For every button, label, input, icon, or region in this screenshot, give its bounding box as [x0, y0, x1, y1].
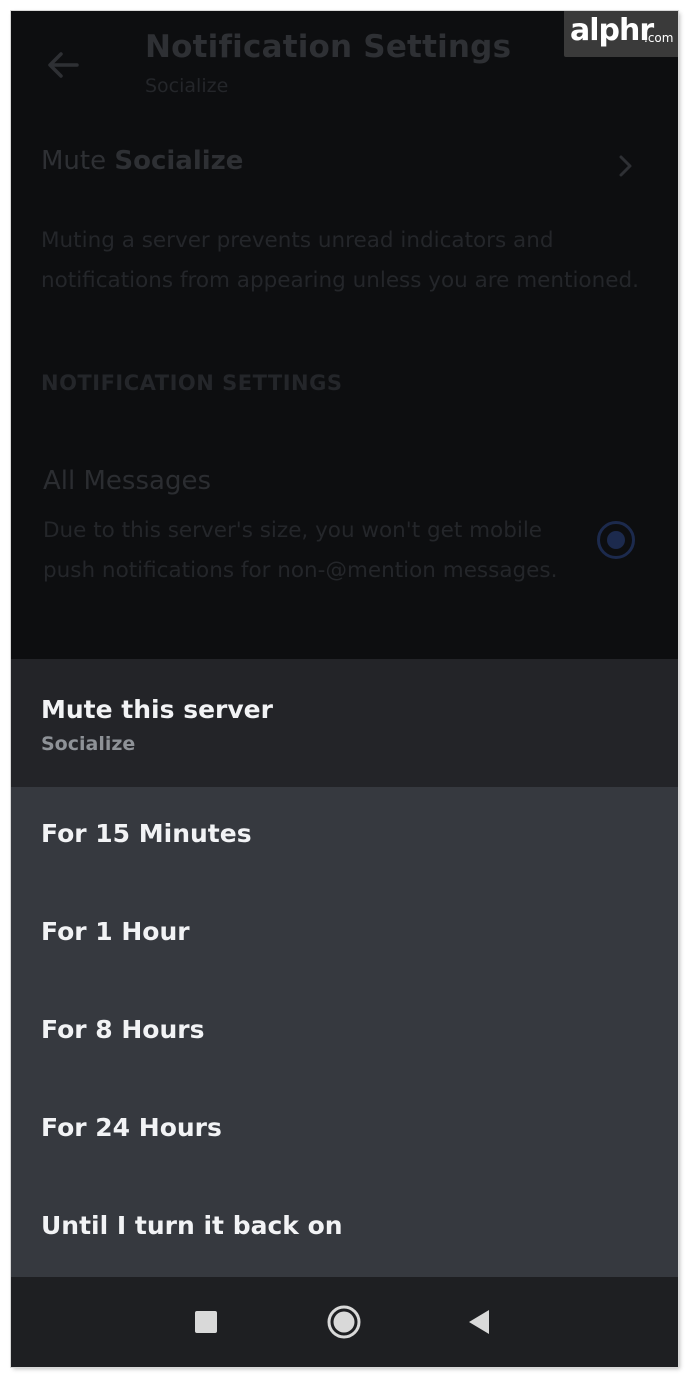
page-title: Notification Settings	[145, 29, 512, 65]
mute-description: Muting a server prevents unread indicato…	[41, 228, 639, 293]
option-1-hour[interactable]: For 1 Hour	[11, 885, 678, 983]
option-label: For 1 Hour	[41, 917, 190, 946]
option-label: Until I turn it back on	[41, 1211, 343, 1240]
option-label: For 8 Hours	[41, 1015, 205, 1044]
mute-duration-options: For 15 Minutes For 1 Hour For 8 Hours Fo…	[11, 787, 678, 1277]
option-15-minutes[interactable]: For 15 Minutes	[11, 787, 678, 885]
option-label: For 24 Hours	[41, 1113, 222, 1142]
logo-tld: .com	[644, 31, 674, 45]
notification-settings-header: NOTIFICATION SETTINGS	[41, 371, 343, 395]
page-subtitle: Socialize	[145, 75, 229, 97]
home-circle-icon[interactable]	[319, 1297, 369, 1347]
mute-server-name: Socialize	[114, 146, 244, 176]
option-until-turned-on[interactable]: Until I turn it back on	[11, 1179, 678, 1277]
alphr-watermark-logo: alphr .com	[564, 11, 678, 57]
chevron-right-icon	[619, 155, 632, 177]
android-nav-bar	[11, 1277, 678, 1367]
mute-sheet-header: Mute this server Socialize	[11, 659, 678, 787]
mute-prefix: Mute	[41, 146, 115, 176]
all-messages-label[interactable]: All Messages	[43, 466, 211, 496]
logo-brand: alphr	[570, 13, 654, 48]
option-8-hours[interactable]: For 8 Hours	[11, 983, 678, 1081]
phone-screen: Notification Settings Socialize Mute Soc…	[11, 11, 678, 1367]
all-messages-description: Due to this server's size, you won't get…	[43, 518, 558, 583]
notification-settings-screen: Notification Settings Socialize Mute Soc…	[11, 11, 678, 661]
sheet-title: Mute this server	[41, 695, 273, 724]
back-triangle-icon[interactable]	[454, 1297, 504, 1347]
option-label: For 15 Minutes	[41, 819, 252, 848]
recents-square-icon[interactable]	[181, 1297, 231, 1347]
sheet-subtitle: Socialize	[41, 733, 136, 755]
option-24-hours[interactable]: For 24 Hours	[11, 1081, 678, 1179]
mute-server-row[interactable]: Mute Socialize	[41, 146, 243, 176]
back-arrow-icon[interactable]	[43, 45, 83, 85]
all-messages-radio[interactable]	[597, 521, 635, 559]
